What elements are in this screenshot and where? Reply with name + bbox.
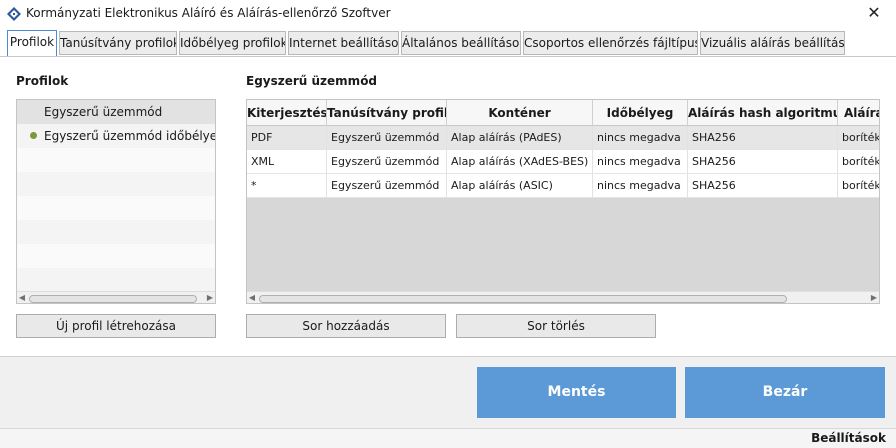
tab-idobelyeg-profilok[interactable]: Időbélyeg profilok xyxy=(179,31,286,55)
empty-list-row xyxy=(17,172,215,196)
column-header-kontener[interactable]: Konténer xyxy=(447,100,593,126)
profile-item-label: Egyszerű üzemmód időbélyeggel xyxy=(44,129,215,143)
status-bar: Beállítások xyxy=(0,428,896,448)
empty-list-row xyxy=(17,148,215,172)
profile-detail-heading: Egyszerű üzemmód xyxy=(246,74,378,88)
column-header-tanusitvany-profil[interactable]: Tanúsítvány profil xyxy=(327,100,447,126)
default-profile-dot-icon xyxy=(30,132,37,139)
table-cell: PDF xyxy=(247,126,327,149)
profile-item-egyszeru-idobelyeggel[interactable]: Egyszerű üzemmód időbélyeggel xyxy=(17,124,215,148)
profile-list[interactable]: Egyszerű üzemmód Egyszerű üzemmód időbél… xyxy=(16,99,216,304)
new-profile-button[interactable]: Új profil létrehozása xyxy=(16,314,216,338)
table-cell: SHA256 xyxy=(688,126,838,149)
tab-vizualis-alairas[interactable]: Vizuális aláírás beállítások xyxy=(700,31,845,55)
title-bar: Kormányzati Elektronikus Aláíró és Aláír… xyxy=(0,0,896,28)
delete-row-button[interactable]: Sor törlés xyxy=(456,314,656,338)
profile-list-scrollbar[interactable]: ◀ ▶ xyxy=(17,291,215,303)
scrollbar-thumb[interactable] xyxy=(29,295,197,303)
table-cell: borítékolt xyxy=(842,155,880,168)
app-logo-icon xyxy=(7,7,21,21)
column-header-kiterjesztes[interactable]: Kiterjesztés xyxy=(247,100,327,126)
empty-list-row xyxy=(17,196,215,220)
empty-list-row xyxy=(17,220,215,244)
empty-list-row xyxy=(17,268,215,292)
tab-internet-beallitasok[interactable]: Internet beállítások xyxy=(288,31,399,55)
table-cell: SHA256 xyxy=(688,174,838,197)
table-cell: Egyszerű üzemmód xyxy=(327,174,447,197)
tab-tanusitvany-profilok[interactable]: Tanúsítvány profilok xyxy=(59,31,177,55)
table-cell: Alap aláírás (PAdES) xyxy=(447,126,593,149)
close-window-button[interactable]: ✕ xyxy=(852,0,896,28)
table-cell: * xyxy=(247,174,327,197)
table-row[interactable]: PDF Egyszerű üzemmód Alap aláírás (PAdES… xyxy=(247,126,880,150)
table-cell: borítékolt xyxy=(842,131,880,144)
scroll-left-icon[interactable]: ◀ xyxy=(17,292,27,303)
tab-profilok[interactable]: Profilok xyxy=(7,30,57,57)
table-cell: nincs megadva xyxy=(593,174,688,197)
profile-item-egyszeru[interactable]: Egyszerű üzemmód xyxy=(17,100,215,124)
profile-item-label: Egyszerű üzemmód xyxy=(44,105,163,119)
window-title: Kormányzati Elektronikus Aláíró és Aláír… xyxy=(26,6,391,20)
table-cell: nincs megadva xyxy=(593,150,688,173)
table-cell: XML xyxy=(247,150,327,173)
extension-table[interactable]: Kiterjesztés Tanúsítvány profil Konténer… xyxy=(246,99,880,304)
table-cell: Egyszerű üzemmód xyxy=(327,126,447,149)
table-scrollbar[interactable]: ◀ ▶ xyxy=(247,291,879,303)
table-row[interactable]: XML Egyszerű üzemmód Alap aláírás (XAdES… xyxy=(247,150,880,174)
empty-list-row xyxy=(17,244,215,268)
table-row[interactable]: * Egyszerű üzemmód Alap aláírás (ASIC) n… xyxy=(247,174,880,198)
add-row-button[interactable]: Sor hozzáadás xyxy=(246,314,446,338)
table-cell: Alap aláírás (ASIC) xyxy=(447,174,593,197)
table-cell: borítékolt xyxy=(842,179,880,192)
column-header-hash-algoritmus[interactable]: Aláírás hash algoritmusa xyxy=(688,100,838,126)
column-header-idobelyeg[interactable]: Időbélyeg xyxy=(593,100,688,126)
profiles-heading: Profilok xyxy=(16,74,69,88)
scroll-left-icon[interactable]: ◀ xyxy=(247,292,257,303)
status-text: Beállítások xyxy=(811,431,886,445)
table-cell: nincs megadva xyxy=(593,126,688,149)
table-cell: SHA256 xyxy=(688,150,838,173)
save-button[interactable]: Mentés xyxy=(477,367,676,418)
table-cell: Alap aláírás (XAdES-BES) xyxy=(447,150,593,173)
close-button[interactable]: Bezár xyxy=(685,367,885,418)
column-header-alairas[interactable]: Aláírás xyxy=(838,100,879,126)
scroll-right-icon[interactable]: ▶ xyxy=(205,292,215,303)
tab-csoportos-ellenorzes[interactable]: Csoportos ellenőrzés fájltípusai xyxy=(523,31,698,55)
tab-altalanos-beallitasok[interactable]: Általános beállítások xyxy=(401,31,521,55)
scrollbar-thumb[interactable] xyxy=(259,295,787,303)
table-cell: Egyszerű üzemmód xyxy=(327,150,447,173)
scroll-right-icon[interactable]: ▶ xyxy=(869,292,879,303)
